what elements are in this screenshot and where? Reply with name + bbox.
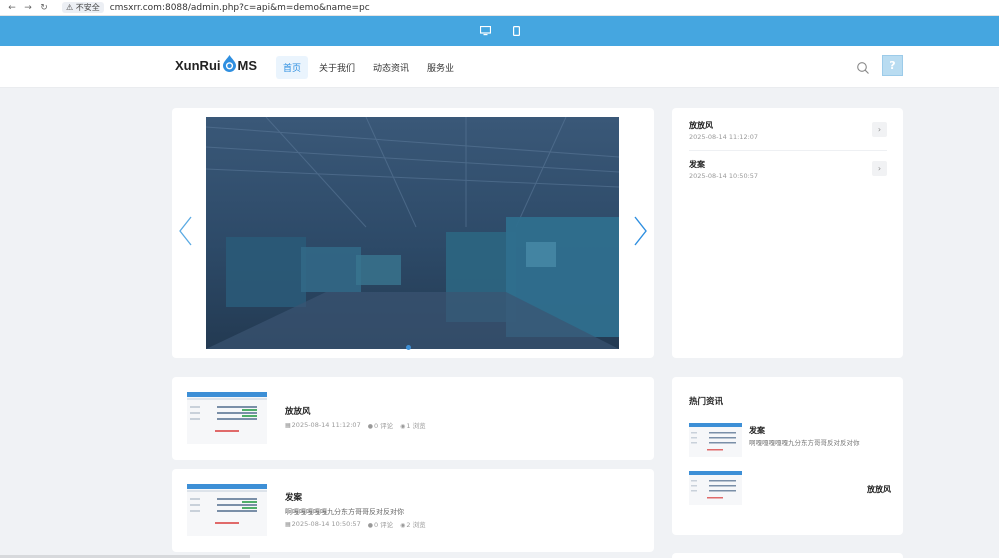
logo-text-left: XunRui — [175, 58, 221, 73]
search-icon[interactable] — [856, 60, 870, 74]
latest-list: 放放风 2025-08-14 11:12:07 › 发案 2025-08-14 … — [672, 108, 903, 358]
article-description: 啊嘎嘎嘎嘎嘎九分东方哥哥反对反对你 — [285, 508, 404, 516]
slider-next-arrow-icon[interactable] — [630, 213, 650, 249]
nav-item-home[interactable]: 首页 — [276, 56, 309, 79]
hot-news-item[interactable]: 放放风 — [689, 471, 891, 507]
back-arrow-icon[interactable]: ← — [4, 3, 20, 13]
logo-text-right: MS — [237, 58, 258, 73]
device-preview-bar — [0, 16, 999, 46]
nav-item-news[interactable]: 动态资讯 — [366, 56, 416, 79]
list-item-date: 2025-08-14 11:12:07 — [689, 133, 759, 141]
logo-drop-icon — [222, 55, 237, 72]
chevron-right-icon[interactable]: › — [872, 161, 887, 176]
article-meta: ▦2025-08-14 10:50:57 ●0 评论 ◉2 浏览 — [285, 519, 426, 529]
hot-news-thumbnail[interactable] — [689, 423, 742, 457]
hot-news-panel: 热门资讯 发案 啊嘎嘎嘎嘎嘎九分东方哥哥反对反对你 放放风 — [672, 377, 903, 535]
eye-icon: ◉ — [400, 423, 406, 430]
site-header: XunRui MS 首页 关于我们 动态资讯 服务业 ? — [0, 46, 999, 88]
forward-arrow-icon[interactable]: → — [20, 3, 36, 13]
site-logo[interactable]: XunRui MS — [175, 55, 258, 73]
article-card: 发案 啊嘎嘎嘎嘎嘎九分东方哥哥反对反对你 ▦2025-08-14 10:50:5… — [172, 469, 654, 552]
article-card: 放放风 ▦2025-08-14 11:12:07 ●0 评论 ◉1 浏览 — [172, 377, 654, 460]
article-views: ◉2 浏览 — [400, 521, 426, 529]
hot-news-thumbnail[interactable] — [689, 471, 742, 505]
hot-news-item[interactable]: 发案 啊嘎嘎嘎嘎嘎九分东方哥哥反对反对你 — [689, 423, 889, 459]
article-views: ◉1 浏览 — [400, 422, 426, 430]
reload-icon[interactable]: ↻ — [36, 3, 52, 13]
desktop-icon[interactable] — [479, 26, 491, 36]
article-comments[interactable]: ●0 评论 — [368, 420, 393, 430]
slider-prev-arrow-icon[interactable] — [176, 213, 196, 249]
hot-news-title: 热门资讯 — [689, 397, 724, 407]
calendar-icon: ▦ — [285, 521, 291, 528]
comment-icon: ● — [367, 423, 373, 430]
mobile-icon[interactable] — [512, 26, 520, 36]
next-card-edge — [672, 553, 903, 558]
banner-slider — [172, 108, 654, 358]
banner-image[interactable] — [206, 117, 619, 349]
user-avatar[interactable]: ? — [882, 55, 903, 76]
calendar-icon: ▦ — [285, 422, 291, 429]
security-warning-badge[interactable]: ⚠ 不安全 — [62, 2, 104, 13]
article-title[interactable]: 发案 — [285, 491, 302, 503]
hot-news-item-title[interactable]: 放放风 — [867, 484, 891, 495]
list-item[interactable]: 发案 2025-08-14 10:50:57 › — [689, 157, 887, 189]
browser-address-bar: ← → ↻ ⚠ 不安全 cmsxrr.com:8088/admin.php?c=… — [0, 0, 999, 16]
list-item-title[interactable]: 发案 — [689, 159, 887, 170]
article-comments[interactable]: ●0 评论 — [368, 519, 393, 529]
list-item[interactable]: 放放风 2025-08-14 11:12:07 › — [689, 118, 887, 151]
article-title[interactable]: 放放风 — [285, 405, 311, 417]
comment-icon: ● — [367, 522, 373, 529]
list-item-title[interactable]: 放放风 — [689, 120, 887, 131]
article-date: ▦2025-08-14 10:50:57 — [285, 520, 361, 528]
nav-item-about[interactable]: 关于我们 — [312, 56, 362, 79]
slider-pagination-dot[interactable] — [406, 345, 411, 350]
hot-news-item-title[interactable]: 发案 — [749, 425, 765, 436]
eye-icon: ◉ — [400, 522, 406, 529]
nav-item-service[interactable]: 服务业 — [420, 56, 461, 79]
hot-news-item-desc: 啊嘎嘎嘎嘎嘎九分东方哥哥反对反对你 — [749, 439, 860, 447]
article-thumbnail[interactable] — [187, 484, 267, 536]
article-meta: ▦2025-08-14 11:12:07 ●0 评论 ◉1 浏览 — [285, 420, 426, 430]
url-text[interactable]: cmsxrr.com:8088/admin.php?c=api&m=demo&n… — [110, 3, 370, 13]
article-thumbnail[interactable] — [187, 392, 267, 444]
list-item-date: 2025-08-14 10:50:57 — [689, 172, 759, 180]
chevron-right-icon[interactable]: › — [872, 122, 887, 137]
main-nav: 首页 关于我们 动态资讯 服务业 — [276, 56, 461, 79]
article-date: ▦2025-08-14 11:12:07 — [285, 421, 361, 429]
